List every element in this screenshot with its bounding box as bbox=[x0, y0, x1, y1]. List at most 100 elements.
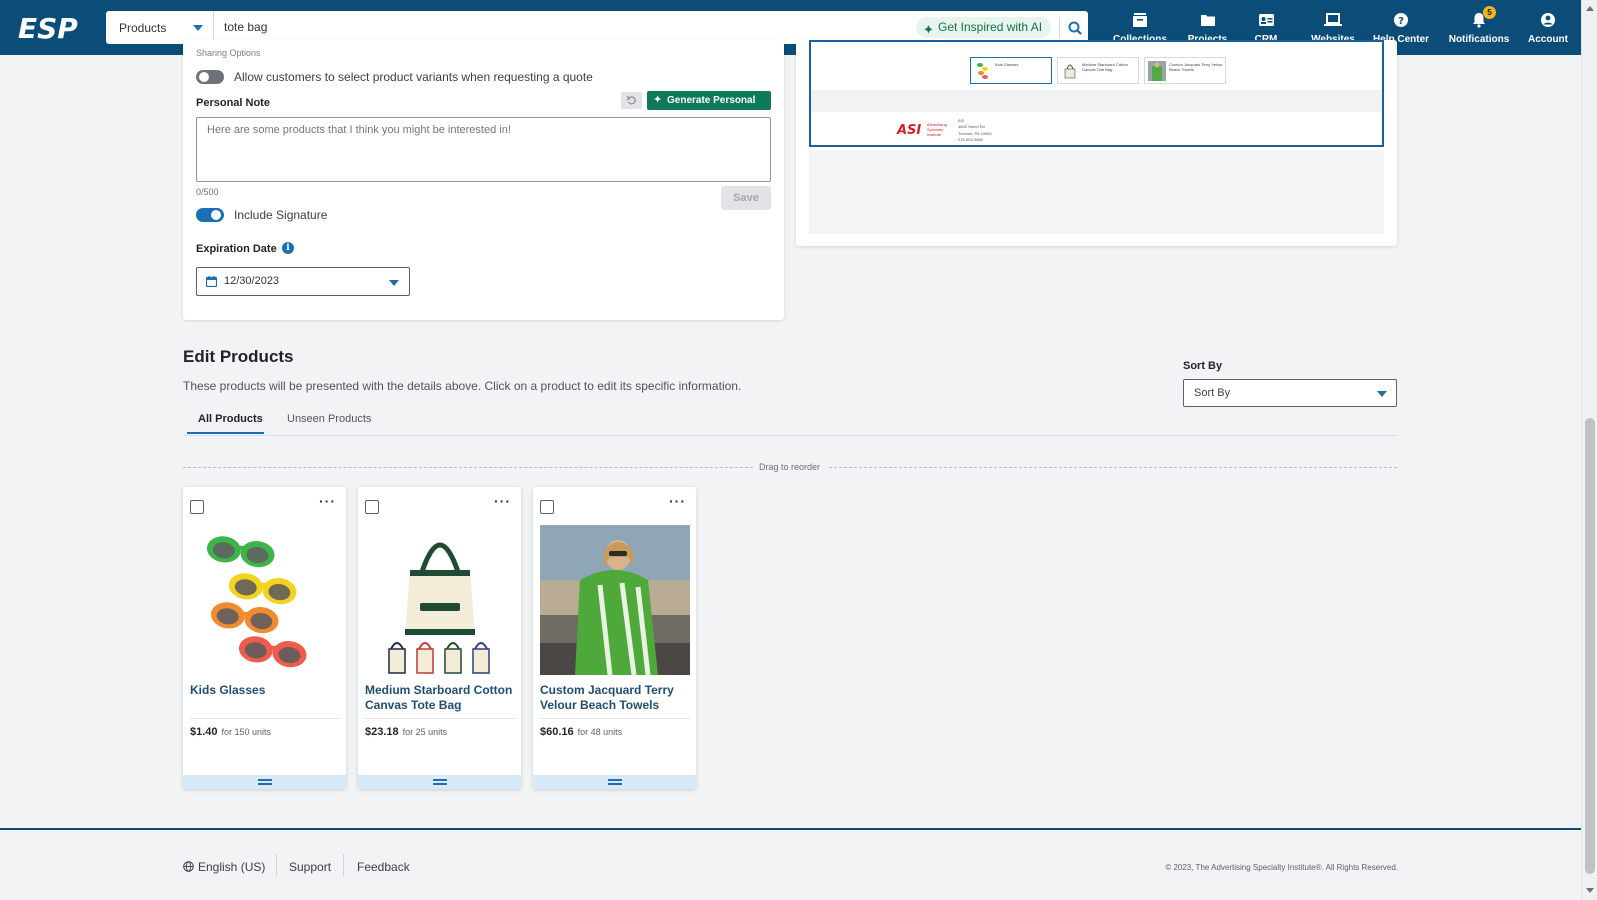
nav-label: Account bbox=[1528, 34, 1568, 45]
kids-glasses-image bbox=[190, 525, 340, 675]
esp-logo[interactable]: ESP bbox=[16, 10, 82, 44]
product-select-checkbox[interactable] bbox=[540, 500, 554, 514]
info-icon[interactable]: i bbox=[282, 242, 294, 254]
chevron-down-icon bbox=[1377, 391, 1387, 397]
undo-note-button[interactable] bbox=[621, 92, 642, 109]
price-units: for 48 units bbox=[577, 727, 623, 737]
product-price: $60.16 for 48 units bbox=[540, 726, 622, 738]
expiration-date-picker[interactable]: 12/30/2023 bbox=[196, 267, 410, 296]
divider bbox=[365, 718, 515, 719]
nav-account[interactable]: Account bbox=[1524, 0, 1572, 55]
drag-handle-icon bbox=[607, 779, 622, 785]
variants-toggle-label: Allow customers to select product varian… bbox=[234, 70, 593, 84]
product-select-checkbox[interactable] bbox=[190, 500, 204, 514]
product-image[interactable] bbox=[365, 525, 515, 675]
product-price: $1.40 for 150 units bbox=[190, 726, 271, 738]
product-image[interactable] bbox=[540, 525, 690, 675]
collections-icon bbox=[1133, 13, 1147, 27]
get-inspired-ai-button[interactable]: ✦ Get Inspired with AI bbox=[916, 17, 1052, 38]
folder-icon bbox=[1200, 15, 1215, 26]
drag-divider bbox=[829, 467, 1397, 468]
sort-by-label: Sort By bbox=[1183, 360, 1223, 372]
preview-thumb-tote-bag[interactable]: Medium Starboard Cotton Canvas Tote Bag bbox=[1057, 57, 1139, 84]
product-name[interactable]: Custom Jacquard Terry Velour Beach Towel… bbox=[540, 683, 690, 713]
search-icon bbox=[1068, 21, 1082, 35]
include-signature-label: Include Signature bbox=[234, 208, 328, 222]
personal-note-label: Personal Note bbox=[196, 97, 270, 109]
price-units: for 150 units bbox=[221, 727, 272, 737]
sparkle-icon: ✦ bbox=[653, 94, 663, 106]
more-options-icon[interactable]: ··· bbox=[669, 493, 686, 509]
copyright-text: © 2023, The Advertising Specialty Instit… bbox=[1165, 863, 1398, 872]
expiration-date-value: 12/30/2023 bbox=[224, 275, 280, 287]
preview-thumb-kids-glasses[interactable]: Kids Glasses bbox=[970, 57, 1052, 84]
undo-icon bbox=[626, 95, 636, 105]
price-value: $23.18 bbox=[365, 726, 399, 738]
tab-unseen-products[interactable]: Unseen Products bbox=[287, 413, 371, 425]
product-select-checkbox[interactable] bbox=[365, 500, 379, 514]
preview-thumb-beach-towel[interactable]: Custom Jacquard Terry Velour Beach Towel… bbox=[1144, 57, 1226, 84]
sharing-options-label: Sharing Options bbox=[196, 48, 261, 58]
scroll-down-arrow-icon[interactable] bbox=[1586, 888, 1594, 893]
tab-all-products[interactable]: All Products bbox=[198, 413, 263, 425]
globe-icon bbox=[183, 861, 194, 872]
generate-personal-note-button[interactable]: ✦ Generate Personal Note bbox=[647, 91, 771, 125]
beach-towel-thumbnail bbox=[1148, 61, 1166, 81]
ai-button-label: Get Inspired with AI bbox=[938, 20, 1043, 34]
price-units: for 25 units bbox=[402, 727, 448, 737]
expiration-date-label: Expiration Date bbox=[196, 243, 277, 255]
drag-handle[interactable] bbox=[358, 775, 521, 789]
save-note-button[interactable]: Save bbox=[721, 186, 771, 210]
search-divider bbox=[1059, 17, 1060, 38]
sort-by-value: Sort By bbox=[1194, 387, 1231, 399]
product-image[interactable] bbox=[190, 525, 340, 675]
footer-divider bbox=[343, 854, 344, 876]
footer-divider bbox=[276, 854, 277, 876]
sort-by-select[interactable]: Sort By bbox=[1183, 379, 1397, 407]
more-options-icon[interactable]: ··· bbox=[319, 493, 336, 509]
laptop-icon bbox=[1324, 13, 1342, 26]
company-address: ASI 4800 Street Rd Trevose, PA 19053 215… bbox=[958, 118, 1018, 144]
contact-card-icon bbox=[1258, 14, 1274, 26]
product-card[interactable]: ··· Medium Starboard Cotton Canvas Tote … bbox=[358, 487, 521, 789]
divider bbox=[540, 718, 690, 719]
product-card[interactable]: ··· Kids Glasses $1.40 for 150 units bbox=[183, 487, 346, 789]
drag-to-reorder-hint: Drag to reorder bbox=[759, 462, 821, 472]
include-signature-toggle[interactable] bbox=[196, 208, 224, 222]
chevron-down-icon bbox=[193, 25, 203, 31]
chevron-down-icon bbox=[389, 280, 399, 286]
help-icon: ? bbox=[1394, 13, 1408, 27]
product-name[interactable]: Kids Glasses bbox=[190, 683, 340, 698]
more-options-icon[interactable]: ··· bbox=[494, 493, 511, 509]
drag-handle[interactable] bbox=[533, 775, 696, 789]
drag-handle-icon bbox=[257, 779, 272, 785]
personal-note-textarea[interactable] bbox=[196, 117, 771, 182]
drag-divider bbox=[183, 467, 753, 468]
page-scrollbar[interactable] bbox=[1581, 0, 1597, 900]
preview-divider-band bbox=[811, 90, 1382, 112]
product-tabs: All Products Unseen Products bbox=[183, 410, 1397, 436]
address-line: 215-953-3860 bbox=[958, 137, 983, 143]
preview-thumb-title: Medium Starboard Cotton Canvas Tote Bag bbox=[1082, 62, 1128, 73]
variants-toggle[interactable] bbox=[196, 70, 224, 84]
nav-label: Notifications bbox=[1448, 34, 1510, 45]
beach-towel-image bbox=[540, 525, 690, 675]
feedback-link[interactable]: Feedback bbox=[357, 860, 410, 874]
product-name[interactable]: Medium Starboard Cotton Canvas Tote Bag bbox=[365, 683, 515, 713]
scroll-up-arrow-icon[interactable] bbox=[1586, 6, 1594, 11]
sunglasses-thumbnail bbox=[977, 63, 988, 79]
calendar-icon bbox=[206, 276, 217, 287]
edit-products-title: Edit Products bbox=[183, 347, 294, 366]
search-button[interactable] bbox=[1064, 17, 1086, 39]
nav-notifications[interactable]: 5 Notifications bbox=[1446, 0, 1512, 55]
drag-handle[interactable] bbox=[183, 775, 346, 789]
scrollbar-thumb[interactable] bbox=[1585, 418, 1595, 874]
character-counter: 0/500 bbox=[196, 187, 219, 197]
tote-bag-thumbnail bbox=[1064, 64, 1076, 79]
support-link[interactable]: Support bbox=[289, 860, 331, 874]
product-price: $23.18 for 25 units bbox=[365, 726, 447, 738]
account-icon bbox=[1541, 13, 1555, 27]
product-card[interactable]: ··· Custom Jacquard Terry Velour Beach T… bbox=[533, 487, 696, 789]
price-value: $1.40 bbox=[190, 726, 218, 738]
language-selector[interactable]: English (US) bbox=[198, 860, 265, 874]
